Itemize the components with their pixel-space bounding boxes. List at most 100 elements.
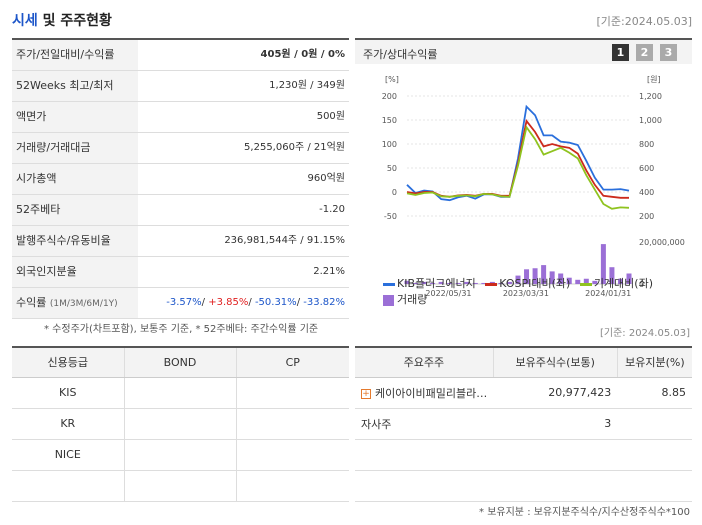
chart-title: 주가/상대수익률 (363, 48, 438, 61)
returns-sep: / (296, 297, 301, 308)
empty-cell (617, 439, 692, 471)
agency-cell: KIS (12, 377, 124, 409)
table-row (355, 470, 692, 502)
legend-item-kospi: KOSPI대비(좌) (485, 275, 570, 291)
series-line-1 (406, 118, 629, 199)
info-value: 2.21% (313, 266, 345, 277)
empty-cell (493, 439, 618, 471)
right-tick-label: 800 (639, 140, 654, 149)
chart-header: 주가/상대수익률 1 2 3 (355, 40, 692, 64)
table-header-row: 신용등급 BOND CP (12, 346, 349, 378)
return-3m: +3.85% (208, 297, 249, 308)
chart-legend: KIB플러그에너지 KOSPI대비(좌) 기계대비(좌) 거래량 (383, 275, 693, 307)
info-value: 5,255,060주 / 21억원 (244, 142, 345, 153)
legend-swatch (383, 282, 395, 286)
agency-cell: KR (12, 408, 124, 440)
info-label: 발행주식수/유동비율 (12, 226, 138, 256)
legend-label: 거래량 (397, 293, 428, 306)
base-date: [기준:2024.05.03] (596, 15, 692, 28)
info-row-price: 주가/전일대비/수익률 405원 / 0원 / 0% (12, 40, 349, 71)
note-date: [기준: 2024.05.03] (599, 328, 690, 339)
returns-label: 수익률 (16, 296, 47, 309)
info-row-shares: 발행주식수/유동비율 236,981,544주 / 91.15% (12, 226, 349, 257)
expand-button[interactable]: + (361, 388, 371, 399)
pct-cell (617, 408, 692, 440)
col-header: 주요주주 (355, 346, 494, 378)
returns-sep: / (248, 297, 252, 308)
right-axis-unit: [원] (647, 75, 661, 84)
cp-cell (235, 439, 349, 471)
legend-swatch (579, 282, 592, 286)
empty-cell (617, 470, 692, 502)
holder-name-cell: + 케이아이비패밀리블라… (355, 377, 494, 409)
table-row: 자사주 3 (355, 408, 692, 440)
note-bottom: * 보유지분 : 보유지분주식수/지수산정주식수*100 (479, 507, 690, 518)
table-header-row: 주요주주 보유주식수(보통) 보유지분(%) (355, 346, 692, 378)
table-row: KIS (12, 377, 349, 409)
chart-page-2-button[interactable]: 2 (636, 44, 653, 61)
title-main: 시세 (12, 13, 38, 29)
left-tick-label: 100 (382, 140, 397, 149)
chart-page-3-button[interactable]: 3 (660, 44, 677, 61)
agency-cell (12, 470, 124, 502)
info-row-52weeks: 52Weeks 최고/최저 1,230원 / 349원 (12, 71, 349, 102)
info-value: 960억원 (307, 173, 346, 184)
right-tick-label: 600 (639, 164, 654, 173)
info-row-beta: 52주베타 -1.20 (12, 195, 349, 226)
bond-cell (123, 470, 236, 502)
empty-cell (355, 470, 494, 502)
table-row: + 케이아이비패밀리블라… 20,977,423 8.85 (355, 377, 692, 409)
legend-label: KIB플러그에너지 (397, 277, 476, 290)
right-tick-label: 400 (639, 188, 654, 197)
info-value: 1,230원 / 349원 (269, 80, 345, 91)
col-header: 신용등급 (12, 346, 124, 378)
info-row-volume: 거래량/거래대금 5,255,060주 / 21억원 (12, 133, 349, 164)
info-label: 52Weeks 최고/최저 (12, 71, 138, 101)
returns-periods: (1M/3M/6M/1Y) (49, 299, 118, 309)
table-row (12, 470, 349, 502)
note-left: * 수정주가(차트포함), 보통주 기준, * 52주베타: 주간수익률 기준 (44, 324, 319, 335)
col-header: CP (235, 346, 349, 378)
empty-cell (355, 439, 494, 471)
legend-swatch (383, 294, 394, 306)
return-6m: -50.31% (254, 297, 297, 308)
left-axis-unit: [%] (385, 75, 399, 84)
info-row-market-cap: 시가총액 960억원 (12, 164, 349, 195)
info-label: 시가총액 (12, 164, 138, 194)
col-header: BOND (123, 346, 236, 378)
holder-name: 자사주 (361, 417, 392, 431)
bond-cell (123, 408, 236, 440)
empty-cell (493, 470, 618, 502)
holder-name-cell: 자사주 (355, 408, 494, 440)
table-row: NICE (12, 439, 349, 471)
right-tick-label: 1,200 (639, 92, 662, 101)
section-header: 시세 및 주주현황 [기준:2024.05.03] (12, 10, 692, 32)
bond-cell (123, 439, 236, 471)
info-value: 236,981,544주 / 91.15% (224, 235, 345, 246)
info-label: 수익률 (1M/3M/6M/1Y) (12, 288, 138, 318)
major-holders-table: 주요주주 보유주식수(보통) 보유지분(%) + 케이아이비패밀리블라… 20,9… (355, 346, 692, 502)
cp-cell (235, 470, 349, 502)
legend-item-volume: 거래량 (383, 291, 427, 307)
section-title: 시세 및 주주현황 (12, 10, 112, 30)
left-tick-label: -50 (384, 212, 397, 221)
returns-sep: / (201, 297, 206, 308)
legend-swatch (485, 282, 498, 286)
legend-label: KOSPI대비(좌) (499, 277, 571, 290)
chart-page-1-button[interactable]: 1 (612, 44, 629, 61)
cp-cell (235, 377, 349, 409)
legend-item-machine: 기계대비(좌) (579, 275, 653, 291)
title-rest: 및 주주현황 (37, 13, 112, 29)
info-value: 405원 / 0원 / 0% (261, 40, 345, 70)
info-row-par-value: 액면가 500원 (12, 102, 349, 133)
pct-cell: 8.85 (617, 377, 692, 409)
price-chart: [%] [원] 200 1,200 150 1,000 100 800 50 600 0 400 -50… (382, 75, 685, 298)
left-tick-label: 200 (382, 92, 397, 101)
info-value: -3.57%/ +3.85%/ -50.31%/ -33.82% (166, 288, 345, 318)
table-row (355, 439, 692, 471)
info-value: 500원 (316, 111, 345, 122)
holder-name: 케이아이비패밀리블라… (375, 386, 488, 400)
left-tick-label: 0 (392, 188, 397, 197)
info-label: 액면가 (12, 102, 138, 132)
shares-cell: 3 (493, 408, 618, 440)
